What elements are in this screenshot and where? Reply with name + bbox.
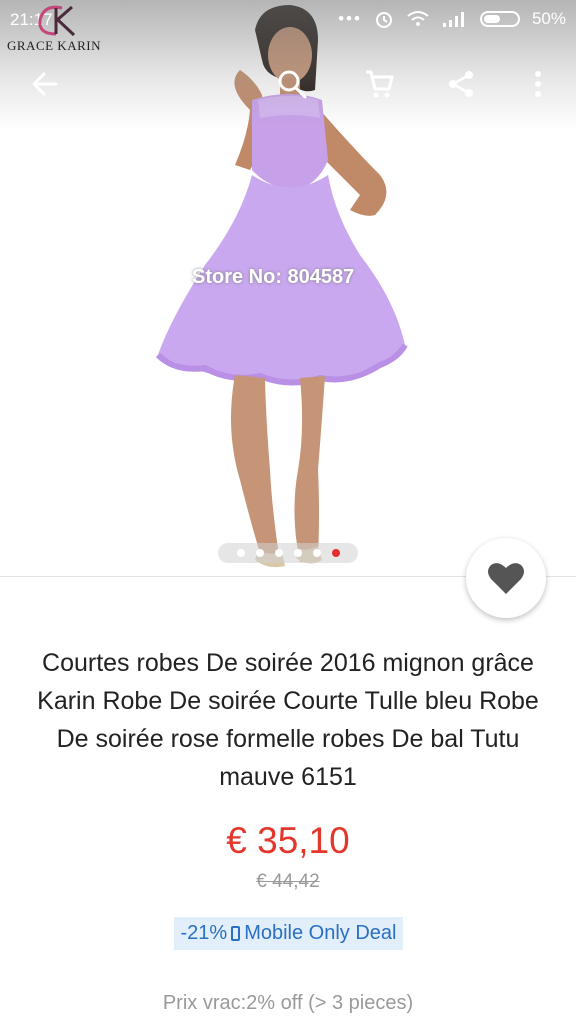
battery-icon <box>479 11 520 27</box>
bulk-price-info: Prix vrac:2% off (> 3 pieces) <box>162 992 414 1014</box>
cart-icon <box>366 70 394 98</box>
brand-name: GRACE KARIN <box>7 38 101 53</box>
brand-logo: GRACE KARIN <box>4 2 104 54</box>
deal-discount: -21% <box>180 922 228 944</box>
product-price: € 35,10 <box>226 820 350 861</box>
share-button[interactable] <box>443 66 479 102</box>
wifi-icon <box>407 11 429 26</box>
more-notifications-icon: ••• <box>338 9 362 28</box>
gallery-dot[interactable] <box>312 549 321 557</box>
search-icon <box>278 70 307 99</box>
deal-label: Mobile Only Deal <box>244 922 397 944</box>
more-options-button[interactable] <box>520 66 556 102</box>
original-price: € 44,42 <box>0 871 576 893</box>
favorite-button[interactable] <box>466 538 546 618</box>
gallery-pagination[interactable] <box>218 543 358 563</box>
back-button[interactable] <box>27 66 63 102</box>
product-image-gallery[interactable]: 21:17 ••• 50% GRACE KARIN Store No: 8045… <box>0 0 576 576</box>
gallery-dot[interactable] <box>331 549 340 557</box>
gallery-dot[interactable] <box>274 549 283 557</box>
share-icon <box>449 71 473 97</box>
search-button[interactable] <box>274 66 310 102</box>
toolbar <box>0 56 576 112</box>
brand-monogram <box>38 5 76 37</box>
alarm-icon <box>375 12 392 28</box>
product-title: Courtes robes De soirée 2016 mignon grâc… <box>37 649 539 791</box>
original-price-value: € 44,42 <box>256 871 320 892</box>
heart-icon <box>488 563 524 594</box>
back-arrow-icon <box>32 72 58 96</box>
mobile-deal-badge: -21% Mobile Only Deal <box>174 917 403 950</box>
mobile-phone-icon <box>231 926 241 941</box>
gallery-dot[interactable] <box>255 549 264 557</box>
battery-level: 50% <box>531 9 566 28</box>
gallery-dot[interactable] <box>293 549 302 557</box>
signal-icon <box>442 12 464 27</box>
more-vert-icon <box>535 71 541 97</box>
gallery-dot[interactable] <box>236 549 245 557</box>
store-watermark: Store No: 804587 <box>192 266 355 288</box>
cart-button[interactable] <box>361 66 397 102</box>
